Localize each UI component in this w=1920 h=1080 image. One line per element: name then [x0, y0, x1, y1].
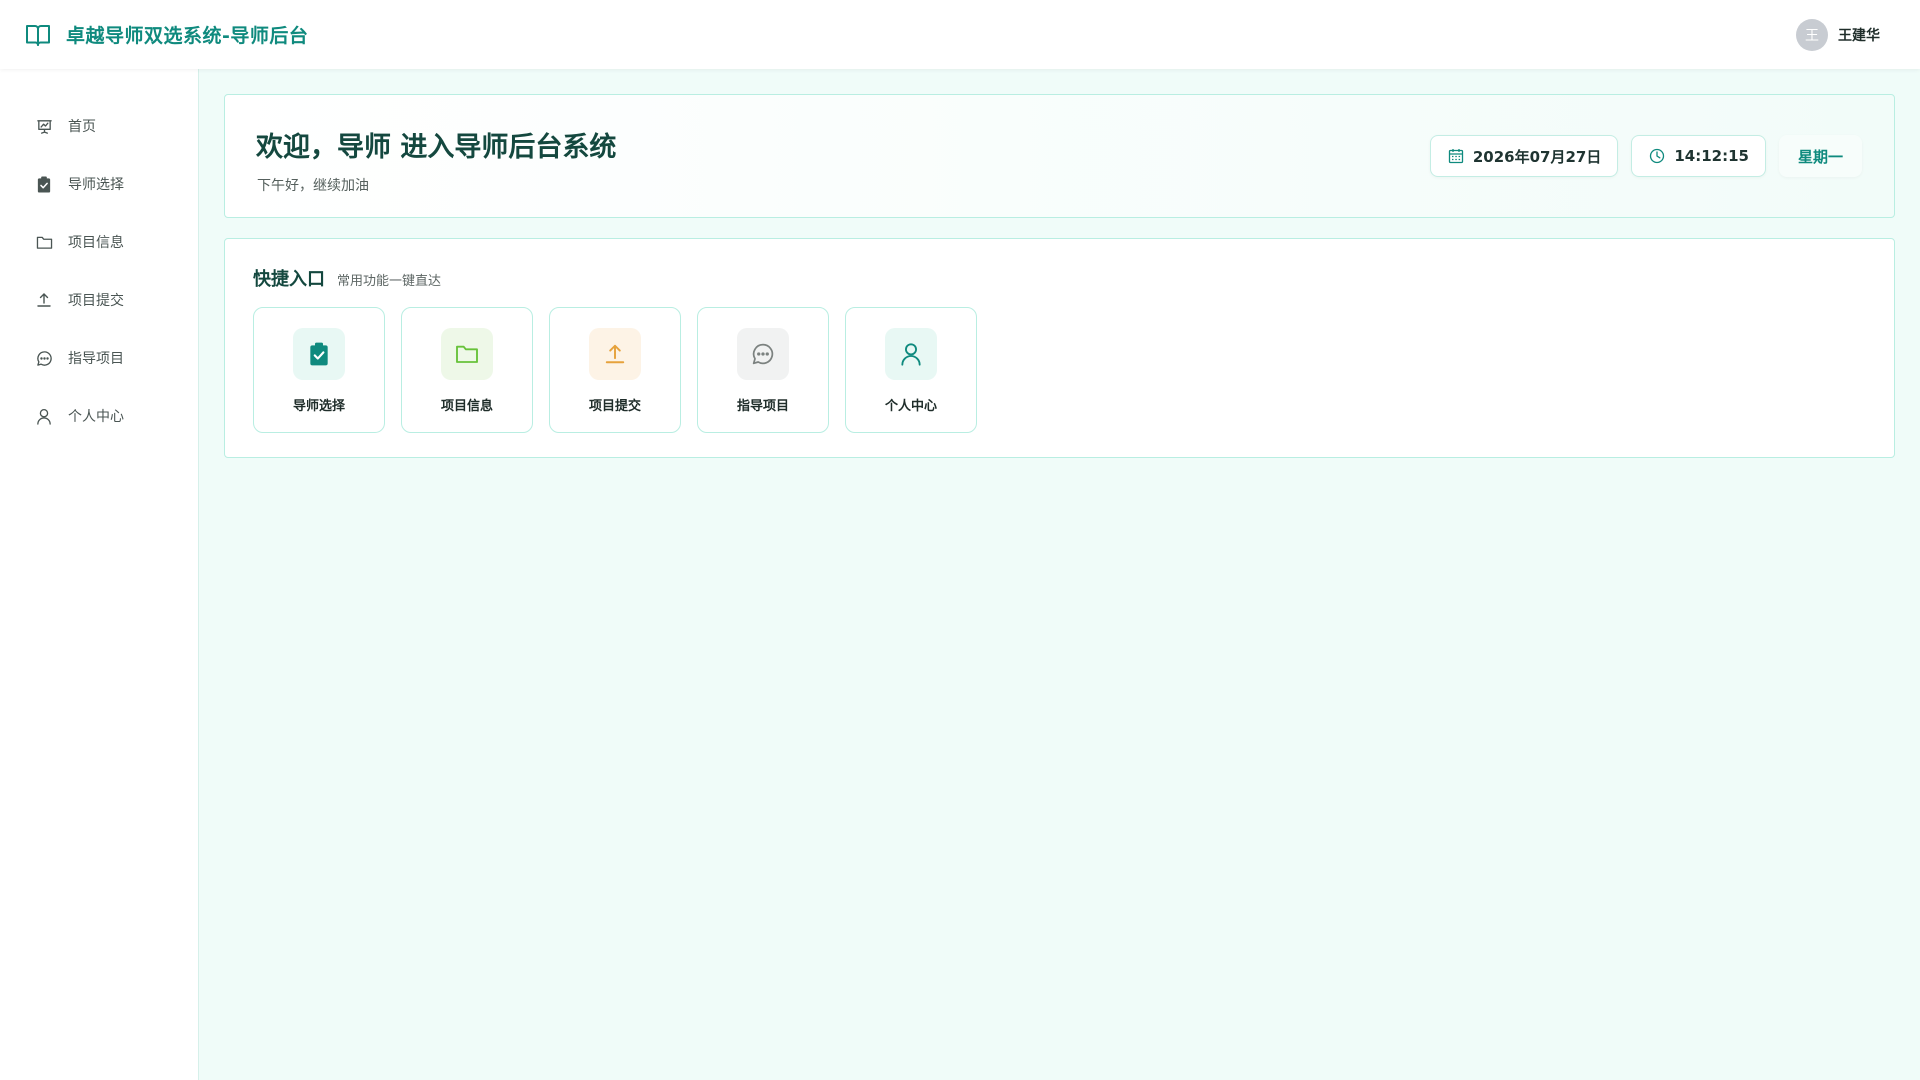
weekday-badge: 星期一: [1778, 135, 1862, 177]
quick-access-header: 快捷入口 常用功能一键直达: [253, 265, 441, 291]
user-name[interactable]: 王建华: [1838, 25, 1880, 45]
folder-icon: [441, 328, 493, 380]
quick-card-label: 导师选择: [292, 399, 345, 414]
chat-bubble-icon: [35, 349, 53, 367]
brand[interactable]: 卓越导师双选系统-导师后台: [24, 21, 308, 49]
folder-icon: [35, 233, 53, 251]
user-icon: [885, 328, 937, 380]
welcome-subtitle: 下午好，继续加油: [257, 178, 369, 194]
clock-icon: [1648, 147, 1666, 165]
quick-card-mentor-selection[interactable]: 导师选择: [253, 307, 385, 433]
quick-card-label: 项目提交: [588, 399, 641, 414]
main-content: 欢迎，导师 进入导师后台系统 下午好，继续加油 2026年07月27日 14:1…: [199, 69, 1920, 1080]
quick-card-project-info[interactable]: 项目信息: [401, 307, 533, 433]
quick-access-title: 快捷入口: [253, 269, 325, 290]
quick-card-label: 指导项目: [736, 399, 789, 414]
date-badge: 2026年07月27日: [1429, 135, 1619, 177]
upload-icon: [589, 328, 641, 380]
top-bar: 卓越导师双选系统-导师后台 王 王建华: [0, 0, 1920, 69]
clipboard-check-icon: [35, 175, 53, 193]
clipboard-check-icon: [293, 328, 345, 380]
quick-card-profile[interactable]: 个人中心: [845, 307, 977, 433]
date-time-group: 2026年07月27日 14:12:15 星期一: [1429, 135, 1862, 177]
sidebar-item-label: 项目信息: [68, 235, 124, 251]
welcome-title: 欢迎，导师 进入导师后台系统: [256, 132, 617, 163]
calendar-icon: [1447, 147, 1465, 165]
quick-card-label: 项目信息: [440, 399, 493, 414]
user-icon: [35, 407, 53, 425]
quick-access-subtitle: 常用功能一键直达: [337, 274, 442, 289]
quick-card-project-submit[interactable]: 项目提交: [549, 307, 681, 433]
quick-card-guided-projects[interactable]: 指导项目: [697, 307, 829, 433]
sidebar-item-label: 首页: [68, 119, 96, 135]
sidebar: 首页 导师选择 项目信息 项目提交 指导项目 个人中心: [0, 69, 199, 1080]
book-open-icon: [24, 21, 52, 49]
sidebar-item-label: 指导项目: [68, 351, 124, 367]
weekday-text: 星期一: [1797, 147, 1843, 166]
sidebar-item-project-submit[interactable]: 项目提交: [0, 271, 198, 329]
sidebar-item-label: 个人中心: [68, 409, 124, 425]
time-badge: 14:12:15: [1631, 135, 1766, 177]
user-menu[interactable]: 王 王建华: [1796, 0, 1880, 69]
quick-access-cards: 导师选择 项目信息 项目提交 指导项目 个人中心: [253, 307, 977, 433]
app-title: 卓越导师双选系统-导师后台: [66, 25, 309, 47]
sidebar-item-label: 导师选择: [68, 177, 124, 193]
welcome-panel: 欢迎，导师 进入导师后台系统 下午好，继续加油 2026年07月27日 14:1…: [224, 94, 1895, 218]
time-text: 14:12:15: [1674, 147, 1749, 165]
avatar[interactable]: 王: [1796, 18, 1828, 51]
presentation-chart-icon: [35, 117, 53, 135]
sidebar-item-home[interactable]: 首页: [0, 97, 198, 155]
sidebar-item-guided-projects[interactable]: 指导项目: [0, 329, 198, 387]
quick-access-panel: 快捷入口 常用功能一键直达 导师选择 项目信息 项目提交 指导项目 个人中心: [224, 238, 1895, 458]
sidebar-item-profile[interactable]: 个人中心: [0, 387, 198, 445]
sidebar-item-project-info[interactable]: 项目信息: [0, 213, 198, 271]
sidebar-item-mentor-selection[interactable]: 导师选择: [0, 155, 198, 213]
upload-icon: [35, 291, 53, 309]
sidebar-item-label: 项目提交: [68, 293, 124, 309]
date-text: 2026年07月27日: [1472, 147, 1602, 166]
quick-card-label: 个人中心: [884, 399, 937, 414]
chat-bubble-icon: [737, 328, 789, 380]
